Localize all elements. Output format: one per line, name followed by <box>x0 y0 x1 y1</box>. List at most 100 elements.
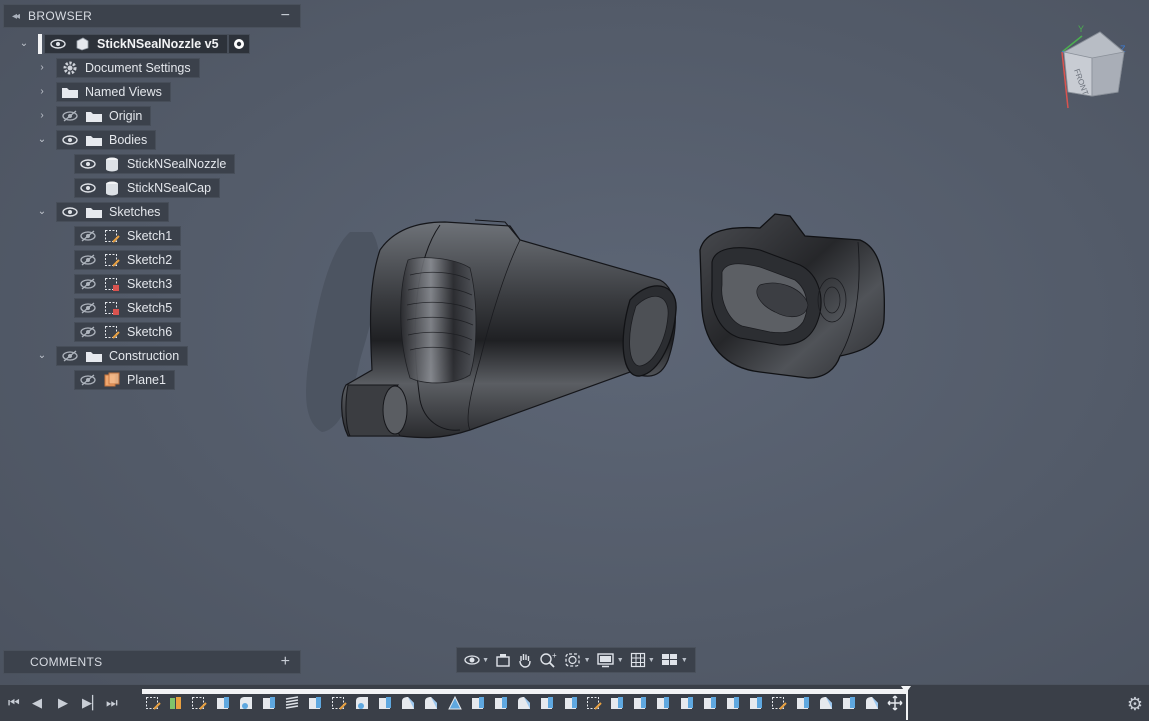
orbit-button[interactable]: ▼ <box>464 652 489 668</box>
tree-item-named-views[interactable]: Named Views <box>56 82 171 102</box>
timeline-feature-body-icon[interactable] <box>702 695 718 711</box>
eye-hidden-icon[interactable] <box>79 276 97 292</box>
body-icon <box>103 156 121 172</box>
timeline-marker[interactable] <box>901 686 911 693</box>
eye-hidden-icon[interactable] <box>79 300 97 316</box>
timeline-feature-body-icon[interactable] <box>563 695 579 711</box>
timeline-feature-chamfer-icon[interactable] <box>447 695 463 711</box>
browser-title: BROWSER <box>28 9 93 23</box>
pan-button[interactable] <box>517 652 533 668</box>
tree-root[interactable]: StickNSealNozzle v5 <box>38 34 250 54</box>
grid-button[interactable]: ▼ <box>630 652 655 668</box>
tree-item-body-cap[interactable]: StickNSealCap <box>74 178 221 198</box>
collapse-caret[interactable]: ⌄ <box>36 206 48 218</box>
play-icon[interactable]: ▶ <box>58 695 68 711</box>
collapse-caret[interactable]: ⌄ <box>36 134 48 146</box>
timeline-feature-shell-icon[interactable] <box>400 695 416 711</box>
eye-icon[interactable] <box>61 132 79 148</box>
viewports-button[interactable]: ▼ <box>661 652 688 668</box>
expand-caret[interactable]: › <box>36 110 48 122</box>
eye-icon[interactable] <box>61 204 79 220</box>
collapse-caret[interactable]: ⌄ <box>36 350 48 362</box>
timeline-feature-sketch-icon[interactable] <box>586 695 602 711</box>
tree-item-sketches[interactable]: Sketches <box>56 202 170 222</box>
sketch-locked-icon <box>103 276 121 292</box>
eye-hidden-icon[interactable] <box>79 252 97 268</box>
eye-hidden-icon[interactable] <box>61 108 79 124</box>
timeline-feature-body-icon[interactable] <box>493 695 509 711</box>
last-frame-icon[interactable]: ⏭ <box>106 695 118 711</box>
eye-hidden-icon[interactable] <box>79 228 97 244</box>
timeline-feature-body-icon[interactable] <box>609 695 625 711</box>
root-expand-caret[interactable]: ⌄ <box>18 38 30 50</box>
activate-radio[interactable] <box>227 34 250 54</box>
minimize-icon[interactable]: − <box>281 7 290 25</box>
tree-item-document-settings[interactable]: Document Settings <box>56 58 200 78</box>
navigation-toolbar: ▼ + ▼ ▼ ▼ ▼ <box>456 647 696 673</box>
axis-y-label: Y <box>1078 24 1084 34</box>
tree-item-sketch3[interactable]: Sketch3 <box>74 274 182 294</box>
3d-viewport[interactable]: Y Z FRONT <box>0 0 1149 684</box>
timeline-feature-move-icon[interactable] <box>887 695 903 711</box>
timeline-feature-coil-icon[interactable] <box>284 695 300 711</box>
nozzle-body <box>341 219 677 439</box>
tree-item-construction[interactable]: Construction <box>56 346 189 366</box>
timeline-settings-gear-icon[interactable]: ⚙ <box>1127 694 1143 715</box>
timeline-feature-body-icon[interactable] <box>679 695 695 711</box>
timeline-feature-body-icon[interactable] <box>215 695 231 711</box>
eye-hidden-icon[interactable] <box>79 324 97 340</box>
active-indicator <box>38 34 42 54</box>
view-cube[interactable]: Y Z FRONT <box>1052 22 1132 114</box>
timeline-feature-body-icon[interactable] <box>307 695 323 711</box>
collapse-panel-icon[interactable]: ◂◂ <box>12 11 20 22</box>
expand-caret[interactable]: › <box>36 62 48 74</box>
timeline-feature-fillet-icon[interactable] <box>354 695 370 711</box>
tree-item-bodies[interactable]: Bodies <box>56 130 157 150</box>
tree-item-sketch6[interactable]: Sketch6 <box>74 322 182 342</box>
add-comment-icon[interactable]: + <box>281 653 290 671</box>
timeline-feature-sketch-icon[interactable] <box>145 695 161 711</box>
tree-item-sketch1[interactable]: Sketch1 <box>74 226 182 246</box>
timeline-feature-body-icon[interactable] <box>795 695 811 711</box>
first-frame-icon[interactable]: ⏮ <box>8 695 20 711</box>
eye-hidden-icon[interactable] <box>61 348 79 364</box>
next-icon[interactable]: ▶▏ <box>82 695 102 711</box>
timeline-feature-body-icon[interactable] <box>470 695 486 711</box>
comments-panel[interactable]: COMMENTS + <box>3 650 301 674</box>
timeline-feature-extrude-icon[interactable] <box>168 695 184 711</box>
eye-icon[interactable] <box>79 180 97 196</box>
tree-item-plane1[interactable]: Plane1 <box>74 370 175 390</box>
timeline-feature-body-icon[interactable] <box>377 695 393 711</box>
timeline-feature-sketch-icon[interactable] <box>331 695 347 711</box>
timeline-feature-shell-icon[interactable] <box>818 695 834 711</box>
timeline-feature-body-icon[interactable] <box>841 695 857 711</box>
timeline-feature-shell-icon[interactable] <box>864 695 880 711</box>
eye-icon[interactable] <box>49 36 67 52</box>
tree-item-sketch5[interactable]: Sketch5 <box>74 298 182 318</box>
cap-body <box>699 213 886 379</box>
tree-item-body-nozzle[interactable]: StickNSealNozzle <box>74 154 236 174</box>
expand-caret[interactable]: › <box>36 86 48 98</box>
eye-icon[interactable] <box>79 156 97 172</box>
fit-button[interactable]: ▼ <box>564 652 591 668</box>
timeline-feature-body-icon[interactable] <box>539 695 555 711</box>
timeline-feature-body-icon[interactable] <box>748 695 764 711</box>
timeline-feature-fillet-icon[interactable] <box>238 695 254 711</box>
timeline-feature-body-icon[interactable] <box>655 695 671 711</box>
timeline-feature-sketch-icon[interactable] <box>191 695 208 711</box>
tree-label: StickNSealCap <box>127 181 212 195</box>
tree-item-origin[interactable]: Origin <box>56 106 152 126</box>
previous-icon[interactable]: ◀ <box>32 695 42 711</box>
timeline-feature-shell-icon[interactable] <box>516 695 532 711</box>
timeline-feature-body-icon[interactable] <box>725 695 741 711</box>
component-icon <box>73 36 91 52</box>
tree-item-sketch2[interactable]: Sketch2 <box>74 250 182 270</box>
timeline-feature-shell-icon[interactable] <box>423 695 439 711</box>
timeline-feature-body-icon[interactable] <box>632 695 648 711</box>
look-at-button[interactable] <box>495 652 511 668</box>
zoom-button[interactable]: + <box>539 652 557 668</box>
eye-hidden-icon[interactable] <box>79 372 97 388</box>
timeline-feature-sketch-icon[interactable] <box>771 695 788 711</box>
display-settings-button[interactable]: ▼ <box>597 652 624 668</box>
timeline-feature-body-icon[interactable] <box>261 695 277 711</box>
